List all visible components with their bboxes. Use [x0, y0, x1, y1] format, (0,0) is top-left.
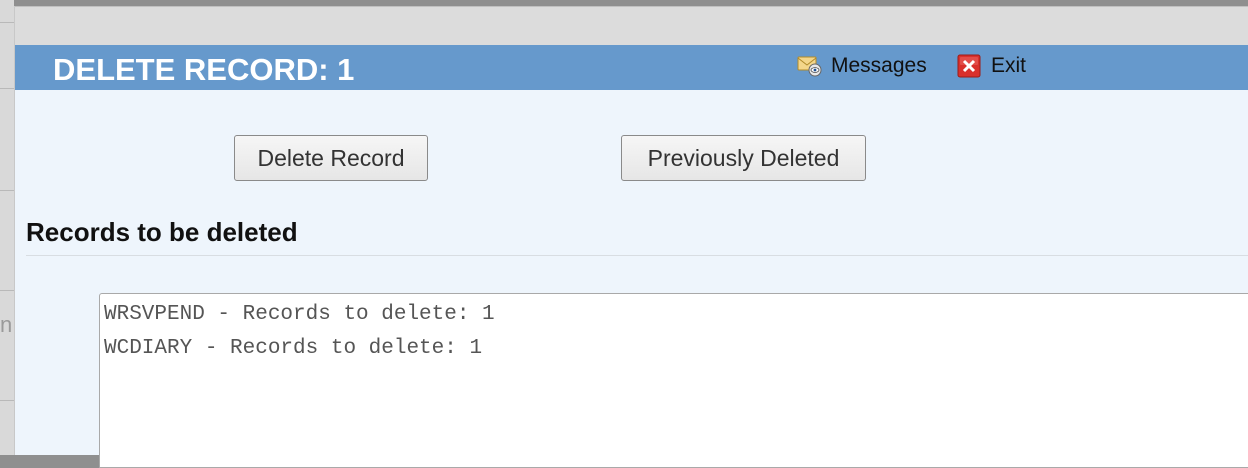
close-x-icon	[957, 54, 983, 78]
window-titlebar[interactable]	[15, 6, 1248, 45]
messages-label: Messages	[831, 54, 927, 77]
record-line: WCDIARY - Records to delete: 1	[104, 337, 483, 360]
exit-label: Exit	[991, 54, 1027, 77]
background-divider	[0, 190, 14, 191]
delete-record-button[interactable]: Delete Record	[234, 135, 428, 181]
messages-icon	[797, 54, 823, 78]
previously-deleted-button[interactable]: Previously Deleted	[621, 135, 866, 181]
background-divider	[0, 22, 14, 23]
delete-record-dialog: DELETE RECORD: 1 Messages Exit Delete Re…	[14, 6, 1248, 468]
exit-link[interactable]: Exit	[957, 54, 1026, 78]
messages-link[interactable]: Messages	[797, 54, 927, 78]
section-heading: Records to be deleted	[26, 217, 298, 247]
background-divider	[0, 88, 14, 89]
background-window: n	[0, 0, 14, 455]
background-text: n	[0, 312, 13, 337]
record-line: WRSVPEND - Records to delete: 1	[104, 303, 495, 326]
dialog-header: DELETE RECORD: 1 Messages Exit	[15, 45, 1248, 90]
records-textarea[interactable]: WRSVPEND - Records to delete: 1 WCDIARY …	[99, 293, 1248, 468]
background-divider	[0, 400, 14, 401]
background-divider	[0, 290, 14, 291]
page-title: DELETE RECORD: 1	[53, 52, 355, 87]
section-divider	[26, 255, 1248, 256]
